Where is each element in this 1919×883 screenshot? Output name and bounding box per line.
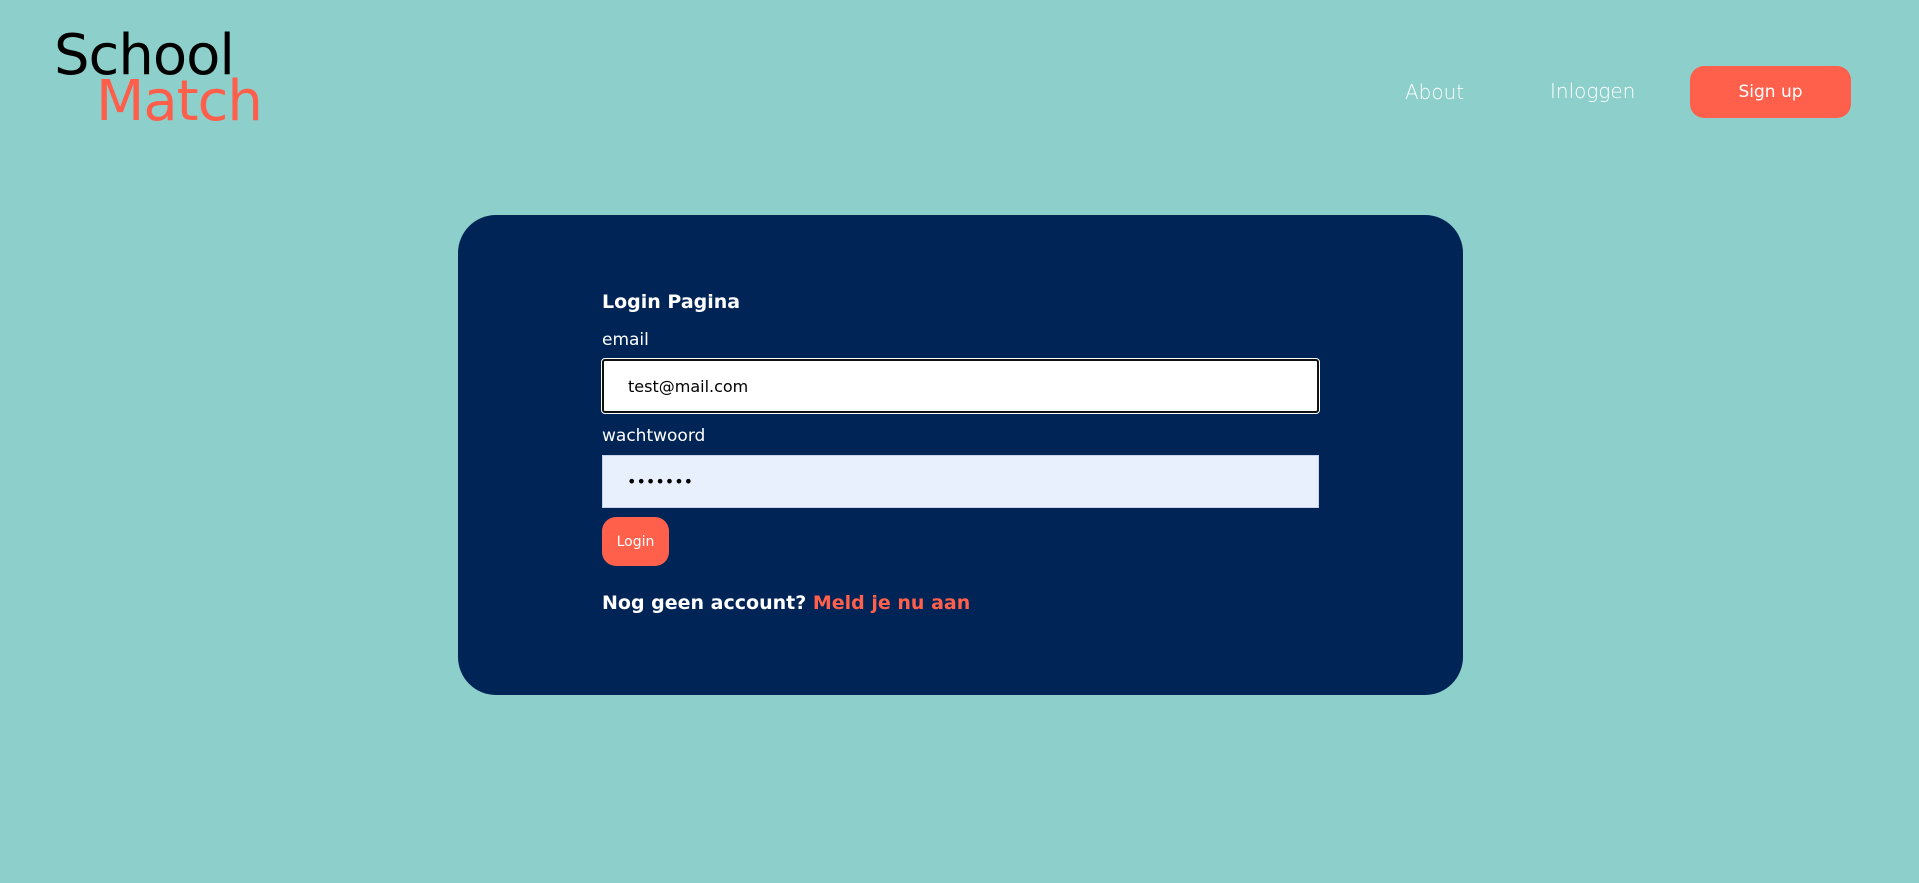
nav-login-link[interactable]: Inloggen bbox=[1550, 79, 1635, 103]
email-input[interactable] bbox=[601, 358, 1320, 414]
signup-button[interactable]: Sign up bbox=[1690, 66, 1851, 118]
signup-prompt-text: Nog geen account? bbox=[602, 592, 807, 614]
login-form: Login Pagina email wachtwoord Login Nog … bbox=[601, 289, 1320, 616]
logo[interactable]: School Match bbox=[54, 28, 274, 134]
nav-about-link[interactable]: About bbox=[1405, 80, 1464, 104]
password-input[interactable] bbox=[602, 455, 1319, 508]
login-title: Login Pagina bbox=[602, 291, 741, 313]
login-button[interactable]: Login bbox=[602, 517, 669, 566]
signup-link[interactable]: Meld je nu aan bbox=[813, 592, 970, 614]
logo-text-match: Match bbox=[96, 69, 263, 134]
email-label: email bbox=[602, 330, 649, 350]
signup-prompt: Nog geen account? Meld je nu aan bbox=[602, 590, 1319, 616]
login-card: Login Pagina email wachtwoord Login Nog … bbox=[458, 215, 1463, 695]
password-label: wachtwoord bbox=[602, 426, 706, 446]
